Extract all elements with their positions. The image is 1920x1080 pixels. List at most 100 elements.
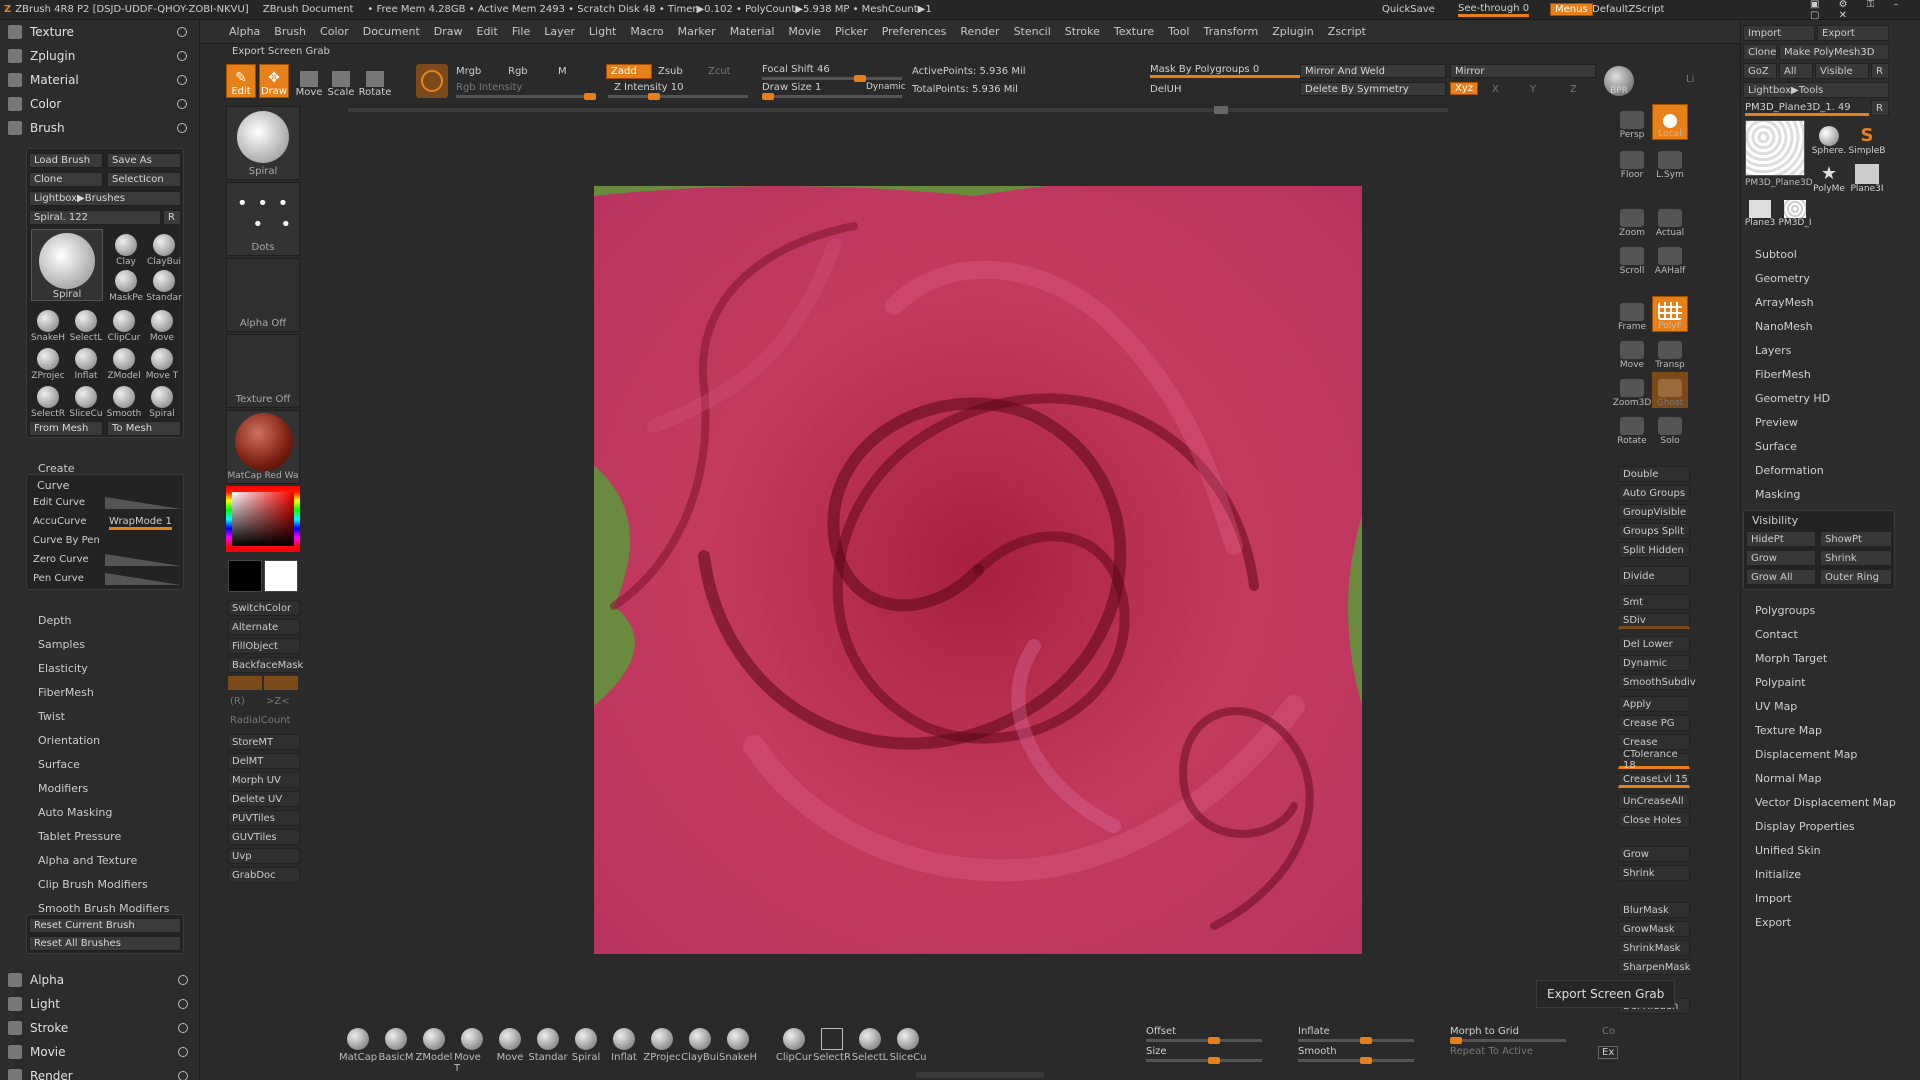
edit-curve-button[interactable]: Edit Curve	[33, 497, 85, 508]
sub-preview[interactable]: Preview	[1741, 410, 1920, 434]
symmetry-toggle-a[interactable]	[228, 676, 262, 690]
bottom-brush-snakehook[interactable]: SnakeH	[720, 1028, 756, 1063]
goz-button[interactable]: GoZ	[1743, 63, 1777, 79]
from-mesh-button[interactable]: From Mesh	[29, 421, 103, 436]
close-holes-button[interactable]: Close Holes	[1618, 812, 1690, 828]
morph-to-grid-slider[interactable]: Morph to Grid	[1450, 1026, 1519, 1037]
local-button[interactable]: Local	[1652, 104, 1688, 140]
menu-zplugin[interactable]: Zplugin	[1272, 25, 1314, 38]
pin-icon[interactable]	[177, 51, 187, 61]
smoothsubdiv-slider[interactable]: SmoothSubdiv	[1618, 674, 1690, 690]
mask-by-polygroups-slider[interactable]: Mask By Polygroups 0	[1150, 64, 1300, 78]
zsub-button[interactable]: Zsub	[658, 66, 683, 77]
menu-zscript[interactable]: Zscript	[1328, 25, 1366, 38]
sub-subtool[interactable]: Subtool	[1741, 242, 1920, 266]
rgb-intensity-track[interactable]	[456, 95, 596, 98]
brush-inflate[interactable]: Inflat	[67, 343, 105, 381]
zero-curve-button[interactable]: Zero Curve	[33, 554, 89, 565]
pin-icon[interactable]	[177, 99, 187, 109]
sub-tablet-pressure[interactable]: Tablet Pressure	[0, 824, 200, 848]
tool-thumb-polymesh[interactable]: ★PolyMe	[1811, 158, 1847, 194]
scroll-button[interactable]: Scroll	[1614, 240, 1650, 276]
morph-to-grid-track[interactable]	[1450, 1039, 1566, 1042]
zcut-button[interactable]: Zcut	[708, 66, 731, 77]
wrapmode-slider[interactable]: WrapMode 1	[109, 516, 172, 530]
z-intensity-slider[interactable]: Z Intensity 10	[614, 82, 683, 93]
solo-button[interactable]: Solo	[1652, 410, 1688, 446]
bottom-scroll-handle[interactable]	[916, 1072, 1044, 1078]
tool-thumb-plane3d-2[interactable]: Plane3I	[1849, 158, 1885, 194]
curve-title[interactable]: Curve	[37, 479, 69, 492]
sub-vector-displacement-map[interactable]: Vector Displacement Map	[1741, 790, 1920, 814]
menu-preferences[interactable]: Preferences	[882, 25, 947, 38]
sub-twist[interactable]: Twist	[0, 704, 200, 728]
menu-layer[interactable]: Layer	[544, 25, 575, 38]
menu-macro[interactable]: Macro	[630, 25, 663, 38]
grow-button[interactable]: Grow	[1618, 846, 1690, 862]
brush-clipcurve[interactable]: ClipCur	[105, 305, 143, 343]
inflate-track[interactable]	[1298, 1039, 1414, 1042]
palette-brush[interactable]: Brush	[0, 116, 199, 140]
color-picker[interactable]	[226, 486, 300, 552]
spiral-slider[interactable]: Spiral. 122	[29, 210, 161, 225]
goz-all-button[interactable]: All	[1779, 63, 1813, 79]
rotate-view-button[interactable]: Rotate	[1614, 410, 1650, 446]
to-mesh-button[interactable]: To Mesh	[107, 421, 181, 436]
brush-move[interactable]: Move	[143, 305, 181, 343]
current-brush-thumb[interactable]: Spiral	[31, 229, 103, 301]
select-icon-button[interactable]: SelectIcon	[107, 172, 181, 187]
palette-stroke[interactable]: Stroke	[0, 1016, 200, 1040]
bottom-brush-clipcurve[interactable]: ClipCur	[776, 1028, 812, 1063]
brush-selectrect[interactable]: SelectR	[29, 381, 67, 419]
save-as-button[interactable]: Save As	[107, 153, 181, 168]
pin-icon[interactable]	[177, 75, 187, 85]
palette-texture[interactable]: Texture	[0, 20, 199, 44]
pin-icon[interactable]	[178, 1071, 188, 1080]
guvtiles-button[interactable]: GUVTiles	[228, 829, 300, 845]
sub-tool-fibermesh[interactable]: FiberMesh	[1741, 362, 1920, 386]
uncreaseall-button[interactable]: UnCreaseAll	[1618, 793, 1690, 809]
alpha-thumb[interactable]: Alpha Off	[226, 258, 300, 332]
curve-by-pen-button[interactable]: Curve By Pen	[33, 535, 100, 546]
menu-picker[interactable]: Picker	[835, 25, 868, 38]
menu-document[interactable]: Document	[363, 25, 420, 38]
hidept-button[interactable]: HidePt	[1746, 531, 1816, 547]
crease-button[interactable]: Crease	[1618, 734, 1690, 750]
bottom-brush-zproject[interactable]: ZProjec	[644, 1028, 680, 1063]
storemt-button[interactable]: StoreMT	[228, 734, 300, 750]
grabdoc-button[interactable]: GrabDoc	[228, 867, 300, 883]
z-axis-toggle[interactable]: Z	[1570, 84, 1577, 95]
stroke-thumb-dots[interactable]: • • • • •Dots	[226, 182, 300, 256]
bottom-brush-slicecurve[interactable]: SliceCu	[890, 1028, 926, 1063]
sub-tool-import[interactable]: Import	[1741, 886, 1920, 910]
sub-morph-target[interactable]: Morph Target	[1741, 646, 1920, 670]
crease-pg-button[interactable]: Crease PG	[1618, 715, 1690, 731]
material-thumb[interactable]: MatCap Red Wa	[226, 410, 300, 484]
tool-thumb-sphere[interactable]: Sphere.	[1811, 120, 1847, 156]
secondary-color-swatch[interactable]	[228, 560, 262, 592]
brush-spiral-small[interactable]: Spiral	[143, 381, 181, 419]
smt-button[interactable]: Smt	[1618, 594, 1690, 610]
pin-icon[interactable]	[178, 999, 188, 1009]
ghost-button[interactable]: Ghost	[1652, 372, 1688, 408]
puvtiles-button[interactable]: PUVTiles	[228, 810, 300, 826]
sub-clip-brush-modifiers[interactable]: Clip Brush Modifiers	[0, 872, 200, 896]
sub-arraymesh[interactable]: ArrayMesh	[1741, 290, 1920, 314]
zoom3d-button[interactable]: Zoom3D	[1614, 372, 1650, 408]
sub-polygroups[interactable]: Polygroups	[1741, 598, 1920, 622]
see-through-slider[interactable]: See-through 0	[1458, 3, 1529, 17]
blurmask-button[interactable]: BlurMask	[1618, 902, 1690, 918]
sub-depth[interactable]: Depth	[0, 608, 200, 632]
pin-icon[interactable]	[177, 27, 187, 37]
pin-icon[interactable]	[178, 1023, 188, 1033]
quicksave-button[interactable]: QuickSave	[1382, 4, 1435, 15]
sub-displacement-map[interactable]: Displacement Map	[1741, 742, 1920, 766]
sharpenmask-button[interactable]: SharpenMask	[1618, 959, 1690, 975]
draw-mode-button[interactable]: ✥Draw	[259, 64, 289, 98]
actual-button[interactable]: Actual	[1652, 202, 1688, 238]
clone-brush-button[interactable]: Clone	[29, 172, 103, 187]
showpt-button[interactable]: ShowPt	[1820, 531, 1892, 547]
xyz-button[interactable]: Xyz	[1450, 82, 1478, 95]
lsym-button[interactable]: L.Sym	[1652, 144, 1688, 180]
sub-samples[interactable]: Samples	[0, 632, 200, 656]
